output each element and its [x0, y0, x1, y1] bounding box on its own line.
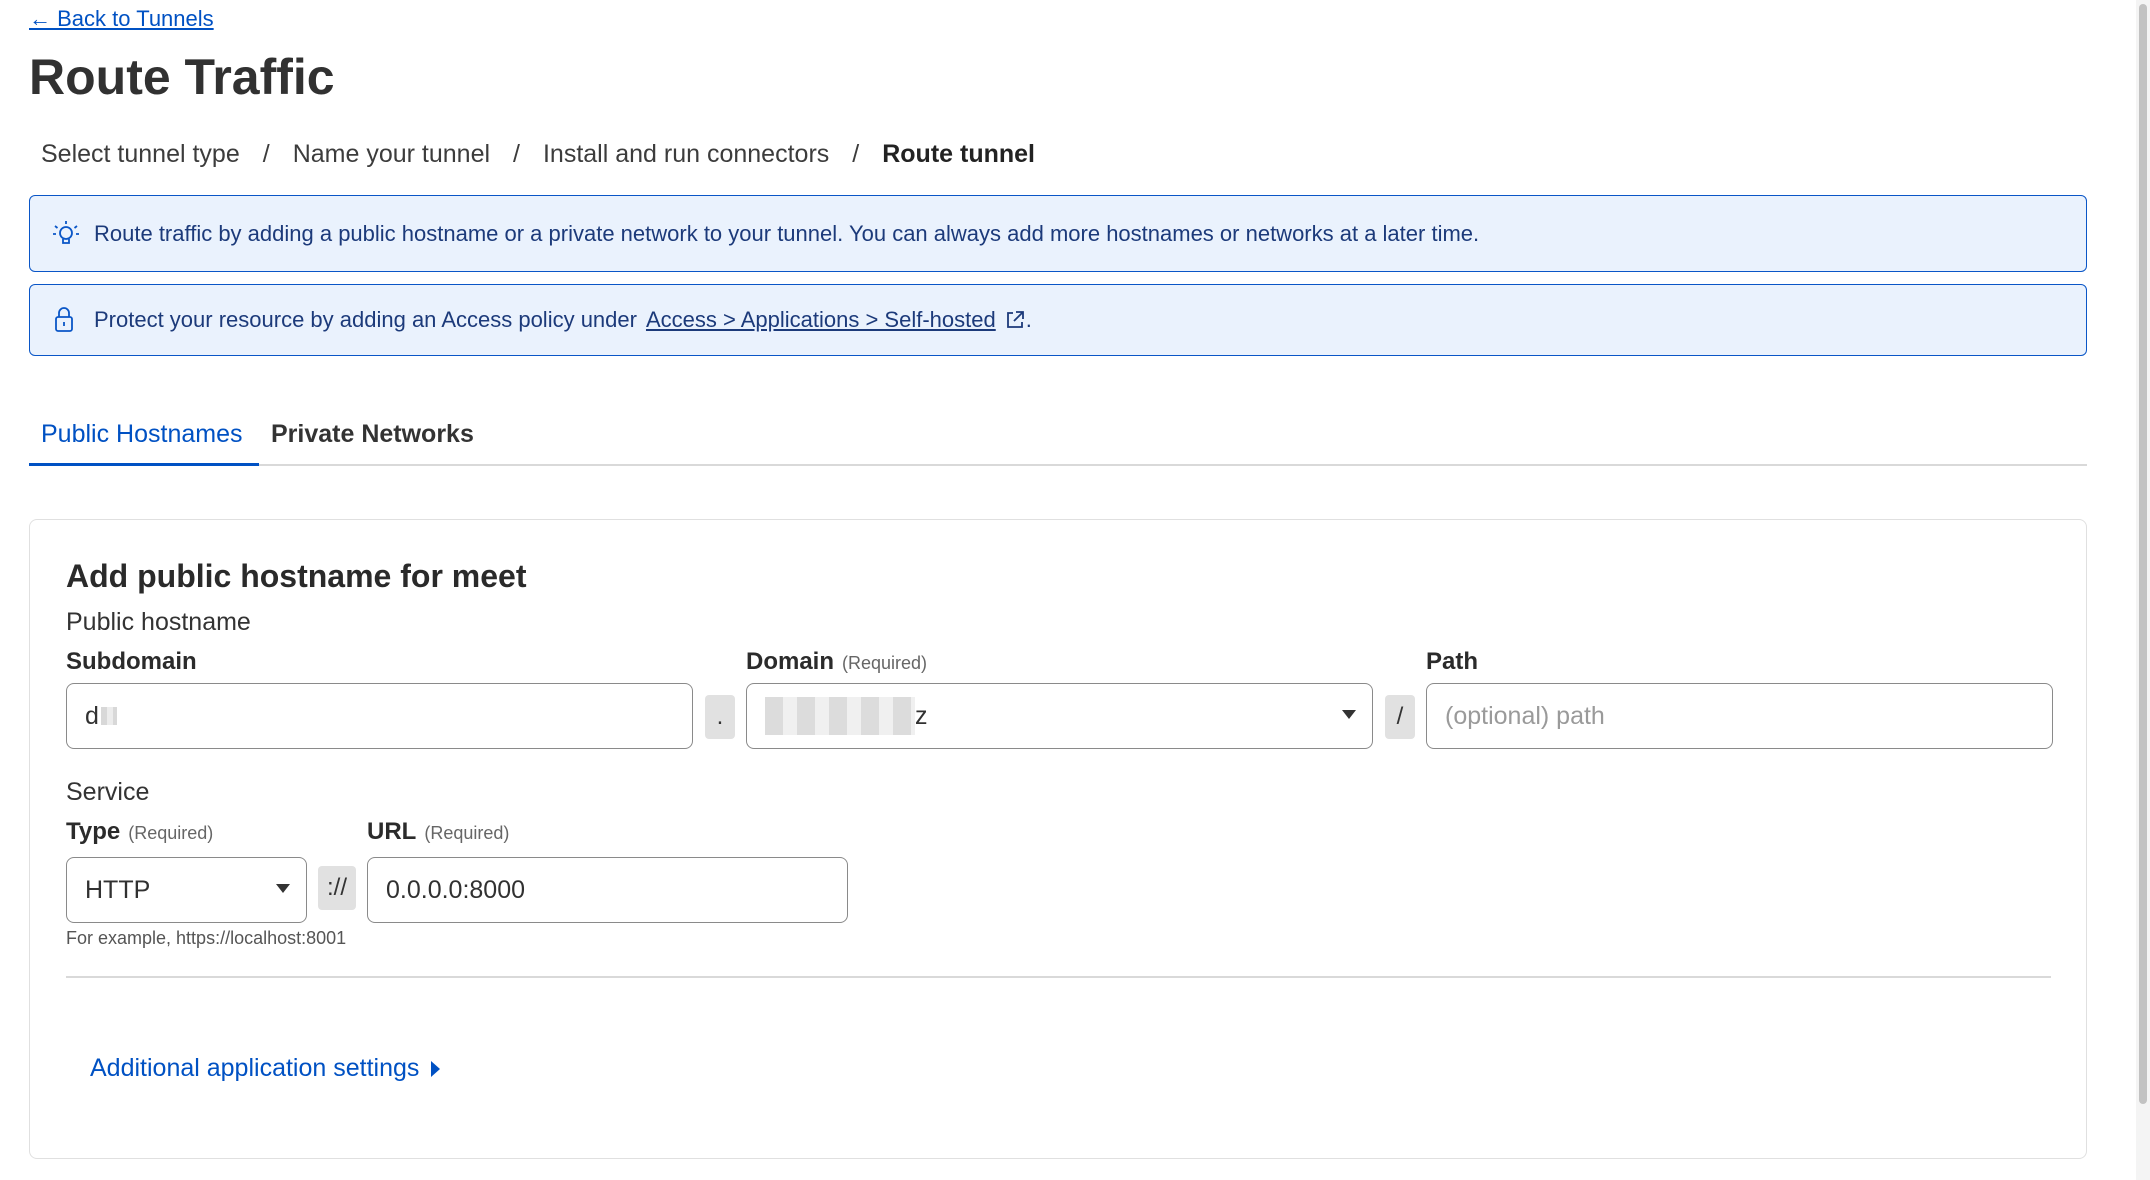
breadcrumb: Select tunnel type / Name your tunnel / …	[41, 140, 1035, 169]
path-label: Path	[1426, 648, 1479, 675]
breadcrumb-step-route: Route tunnel	[882, 140, 1035, 168]
service-url-input[interactable]: 0.0.0.0:8000	[367, 857, 848, 923]
form-title: Add public hostname for meet	[66, 558, 527, 594]
scrollbar[interactable]	[2136, 0, 2150, 1180]
chevron-down-icon	[276, 884, 290, 893]
tab-bar: Public Hostnames Private Networks	[29, 410, 2087, 466]
breadcrumb-step-install: Install and run connectors	[542, 140, 830, 168]
public-hostname-card: Add public hostname for meet Public host…	[29, 519, 2087, 1159]
caret-right-icon	[431, 1060, 441, 1077]
dot-joiner: .	[705, 695, 735, 739]
breadcrumb-step-select-type: Select tunnel type	[41, 140, 240, 168]
lock-icon	[50, 304, 82, 336]
info-banner: Route traffic by adding a public hostnam…	[29, 195, 2087, 272]
scrollbar-thumb[interactable]	[2139, 4, 2147, 1104]
domain-value: z	[915, 701, 928, 730]
subdomain-input[interactable]: d	[66, 683, 693, 749]
additional-settings-label: Additional application settings	[90, 1054, 420, 1082]
public-hostname-label: Public hostname	[66, 608, 251, 636]
service-label: Service	[66, 778, 150, 806]
subdomain-label: Subdomain	[66, 648, 197, 675]
slash-joiner: /	[1385, 695, 1415, 739]
divider	[66, 976, 2051, 978]
path-placeholder: (optional) path	[1445, 701, 1605, 730]
domain-required: (Required)	[842, 653, 928, 673]
additional-settings-toggle[interactable]: Additional application settings	[90, 1054, 441, 1083]
breadcrumb-step-name: Name your tunnel	[292, 140, 491, 168]
breadcrumb-separator: /	[852, 140, 860, 168]
url-label: URL (Required)	[367, 818, 509, 846]
url-label-text: URL	[367, 818, 417, 845]
service-url-value: 0.0.0.0:8000	[386, 875, 526, 904]
domain-label-text: Domain	[746, 648, 835, 675]
type-label-text: Type	[66, 818, 121, 845]
service-type-select[interactable]: HTTP	[66, 857, 307, 923]
subdomain-value: d	[85, 701, 99, 730]
type-required: (Required)	[128, 823, 214, 843]
path-input[interactable]: (optional) path	[1426, 683, 2053, 749]
access-banner-text: Protect your resource by adding an Acces…	[94, 307, 637, 332]
access-banner: Protect your resource by adding an Acces…	[29, 284, 2087, 356]
tab-private-networks[interactable]: Private Networks	[271, 420, 474, 449]
redacted-domain	[765, 697, 915, 735]
info-banner-text: Route traffic by adding a public hostnam…	[94, 220, 1480, 246]
url-example-help: For example, https://localhost:8001	[66, 928, 347, 948]
url-required: (Required)	[424, 823, 510, 843]
redacted-text	[100, 707, 117, 725]
chevron-down-icon	[1342, 710, 1356, 719]
scheme-joiner: ://	[318, 866, 356, 910]
access-applications-link[interactable]: Access > Applications > Self-hosted	[646, 307, 996, 333]
page: ← Back to Tunnels Route Traffic Select t…	[0, 0, 2150, 1180]
active-tab-indicator	[29, 463, 259, 466]
service-type-value: HTTP	[85, 875, 151, 904]
access-banner-period: .	[1025, 307, 1032, 332]
page-title: Route Traffic	[29, 49, 335, 105]
type-label: Type (Required)	[66, 818, 213, 846]
domain-select[interactable]: z	[746, 683, 1373, 749]
back-to-tunnels-link[interactable]: ← Back to Tunnels	[29, 6, 214, 32]
external-link-icon[interactable]	[1004, 309, 1026, 331]
tab-public-hostnames[interactable]: Public Hostnames	[41, 420, 242, 449]
breadcrumb-separator: /	[262, 140, 270, 168]
breadcrumb-separator: /	[513, 140, 520, 168]
domain-label: Domain (Required)	[746, 648, 927, 676]
lightbulb-icon	[50, 218, 82, 250]
